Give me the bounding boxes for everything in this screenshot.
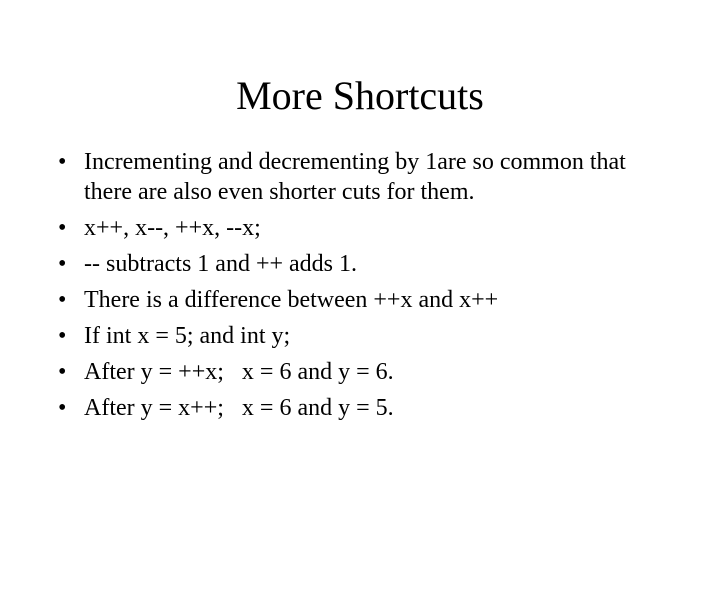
bullet-list: Incrementing and decrementing by 1are so… [54,147,666,423]
list-item: There is a difference between ++x and x+… [54,285,666,315]
slide-body: Incrementing and decrementing by 1are so… [0,147,720,423]
list-item: If int x = 5; and int y; [54,321,666,351]
list-item: Incrementing and decrementing by 1are so… [54,147,666,207]
list-item: -- subtracts 1 and ++ adds 1. [54,249,666,279]
list-item: After y = ++x; x = 6 and y = 6. [54,357,666,387]
slide-title: More Shortcuts [0,72,720,119]
slide: More Shortcuts Incrementing and decremen… [0,72,720,612]
list-item: After y = x++; x = 6 and y = 5. [54,393,666,423]
list-item: x++, x--, ++x, --x; [54,213,666,243]
